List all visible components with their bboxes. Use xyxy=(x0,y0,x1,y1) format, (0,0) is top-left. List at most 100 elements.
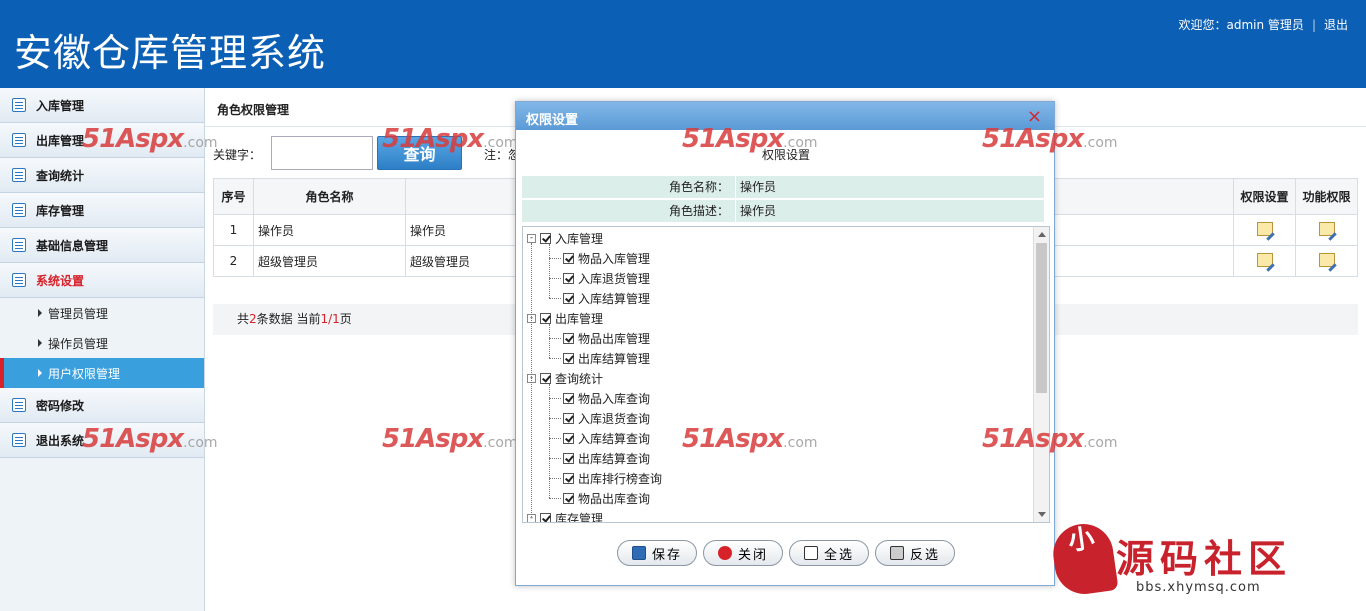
tree-node-label: 入库退货管理 xyxy=(578,271,651,286)
watermark-brand: 51Aspx xyxy=(382,424,484,454)
tree-node-child[interactable]: 物品出库查询 xyxy=(563,488,650,508)
sidebar-item-query[interactable]: 查询统计 xyxy=(0,158,204,193)
tree-node-parent[interactable]: - 入库管理 xyxy=(527,228,603,248)
checkbox-checked-icon[interactable] xyxy=(563,252,574,264)
tree-node-label: 物品入库查询 xyxy=(578,391,651,406)
tree-connector xyxy=(549,458,561,459)
sidebar-subitem-operator[interactable]: 操作员管理 xyxy=(0,328,204,358)
watermark-brand: 51Aspx xyxy=(82,124,184,154)
list-icon xyxy=(12,203,26,217)
pager-count: 2 xyxy=(249,312,257,326)
tree-connector xyxy=(549,258,561,259)
scroll-up-icon[interactable] xyxy=(1038,232,1046,237)
cell-role-name: 操作员 xyxy=(253,214,406,246)
tree-node-child[interactable]: 出库结算查询 xyxy=(563,448,650,468)
tree-node-parent[interactable]: - 查询统计 xyxy=(527,368,603,388)
tree-node-child[interactable]: 物品出库管理 xyxy=(563,328,650,348)
list-icon xyxy=(12,433,26,447)
checkbox-checked-icon[interactable] xyxy=(563,292,574,304)
tree-connector xyxy=(549,244,550,298)
role-desc-row: 角色描述： 操作员 xyxy=(522,200,1044,222)
tree-node-child[interactable]: 出库结算管理 xyxy=(563,348,650,368)
cell-permission xyxy=(1233,245,1296,277)
watermark: 51Aspx.com xyxy=(382,124,518,154)
logout-link[interactable]: 退出 xyxy=(1324,16,1348,33)
tree-scrollbar[interactable] xyxy=(1033,227,1049,522)
sidebar-item-basic-info[interactable]: 基础信息管理 xyxy=(0,228,204,263)
edit-icon[interactable] xyxy=(1318,252,1335,267)
tree-node-child[interactable]: 入库退货管理 xyxy=(563,268,650,288)
edit-icon[interactable] xyxy=(1256,221,1273,236)
checkbox-checked-icon[interactable] xyxy=(563,492,574,504)
checkbox-checked-icon[interactable] xyxy=(563,472,574,484)
role-name-label: 角色名称： xyxy=(522,176,736,198)
sidebar-subitem-admin[interactable]: 管理员管理 xyxy=(0,298,204,328)
invert-selection-button[interactable]: 反选 xyxy=(875,540,956,566)
select-all-icon xyxy=(804,546,818,560)
sidebar-subitem-permissions[interactable]: 用户权限管理 xyxy=(0,358,204,388)
scroll-down-icon[interactable] xyxy=(1038,512,1046,517)
cell-function xyxy=(1295,214,1358,246)
checkbox-checked-icon[interactable] xyxy=(540,372,551,384)
edit-icon[interactable] xyxy=(1256,252,1273,267)
tree-node-child[interactable]: 物品入库管理 xyxy=(563,248,650,268)
sidebar-item-label: 系统设置 xyxy=(36,273,85,288)
collapse-toggle-icon[interactable]: - xyxy=(527,233,536,243)
checkbox-checked-icon[interactable] xyxy=(563,452,574,464)
tree-node-child[interactable]: 入库结算查询 xyxy=(563,428,650,448)
role-name-value: 操作员 xyxy=(740,180,777,194)
tree-node-child[interactable]: 物品入库查询 xyxy=(563,388,650,408)
checkbox-checked-icon[interactable] xyxy=(540,232,551,244)
checkbox-checked-icon[interactable] xyxy=(540,512,551,522)
edit-icon[interactable] xyxy=(1318,221,1335,236)
checkbox-checked-icon[interactable] xyxy=(563,272,574,284)
tree-node-parent[interactable]: - 库存管理 xyxy=(527,508,604,523)
watermark-domain: .com xyxy=(1083,135,1118,151)
col-role-name: 角色名称 xyxy=(253,178,406,215)
tree-node-label: 入库管理 xyxy=(555,231,604,246)
tree-node-child[interactable]: 出库排行榜查询 xyxy=(563,468,662,488)
pager-suffix: 页 xyxy=(339,312,352,326)
checkbox-checked-icon[interactable] xyxy=(563,332,574,344)
sidebar-item-label: 入库管理 xyxy=(36,98,85,113)
scroll-thumb[interactable] xyxy=(1036,243,1047,393)
select-all-button[interactable]: 全选 xyxy=(789,540,870,566)
permission-tree: - 入库管理物品入库管理入库退货管理入库结算管理 - 出库管理 物品出库管理 出库结算管理… xyxy=(522,226,1050,523)
close-button[interactable]: 关闭 xyxy=(702,540,783,566)
tree-connector xyxy=(549,358,561,359)
save-button[interactable]: 保存 xyxy=(616,540,697,566)
tree-node-child[interactable]: 入库结算管理 xyxy=(563,288,650,308)
role-name-row: 角色名称： 操作员 xyxy=(522,176,1044,198)
tree-node-parent[interactable]: - 出库管理 xyxy=(527,308,603,328)
cell-no: 1 xyxy=(213,214,254,246)
sidebar-item-password[interactable]: 密码修改 xyxy=(0,388,204,423)
list-icon xyxy=(12,168,26,182)
watermark-brand: 51Aspx xyxy=(682,124,784,154)
logo-url: bbs.xhymsq.com xyxy=(1136,580,1261,595)
checkbox-checked-icon[interactable] xyxy=(540,312,551,324)
checkbox-checked-icon[interactable] xyxy=(563,412,574,424)
tree-node-child[interactable]: 入库退货查询 xyxy=(563,408,650,428)
role-desc-value: 操作员 xyxy=(740,204,777,218)
sidebar-item-stock[interactable]: 库存管理 xyxy=(0,193,204,228)
close-label: 关闭 xyxy=(737,546,768,562)
tree-connector xyxy=(549,384,550,498)
tree-connector xyxy=(549,478,561,479)
tree-node-label: 库存管理 xyxy=(555,511,604,523)
checkbox-checked-icon[interactable] xyxy=(563,352,574,364)
site-logo: 小 源码社区 bbs.xhymsq.com xyxy=(1049,520,1366,611)
save-icon xyxy=(631,546,646,560)
pager-mid: 条数据 当前 xyxy=(256,312,321,326)
role-info: 角色名称： 操作员 角色描述： 操作员 xyxy=(522,176,1044,224)
tree-connector xyxy=(549,298,561,299)
watermark: 51Aspx.com xyxy=(982,124,1118,154)
cell-role-name: 超级管理员 xyxy=(253,245,406,277)
sidebar-item-label: 库存管理 xyxy=(36,203,85,218)
search-input[interactable] xyxy=(271,136,373,170)
checkbox-checked-icon[interactable] xyxy=(563,392,574,404)
tree-connector xyxy=(549,338,561,339)
sidebar-item-system-settings[interactable]: 系统设置 xyxy=(0,263,204,298)
sidebar-item-inbound[interactable]: 入库管理 xyxy=(0,88,204,123)
caret-right-icon xyxy=(38,339,42,347)
checkbox-checked-icon[interactable] xyxy=(563,432,574,444)
